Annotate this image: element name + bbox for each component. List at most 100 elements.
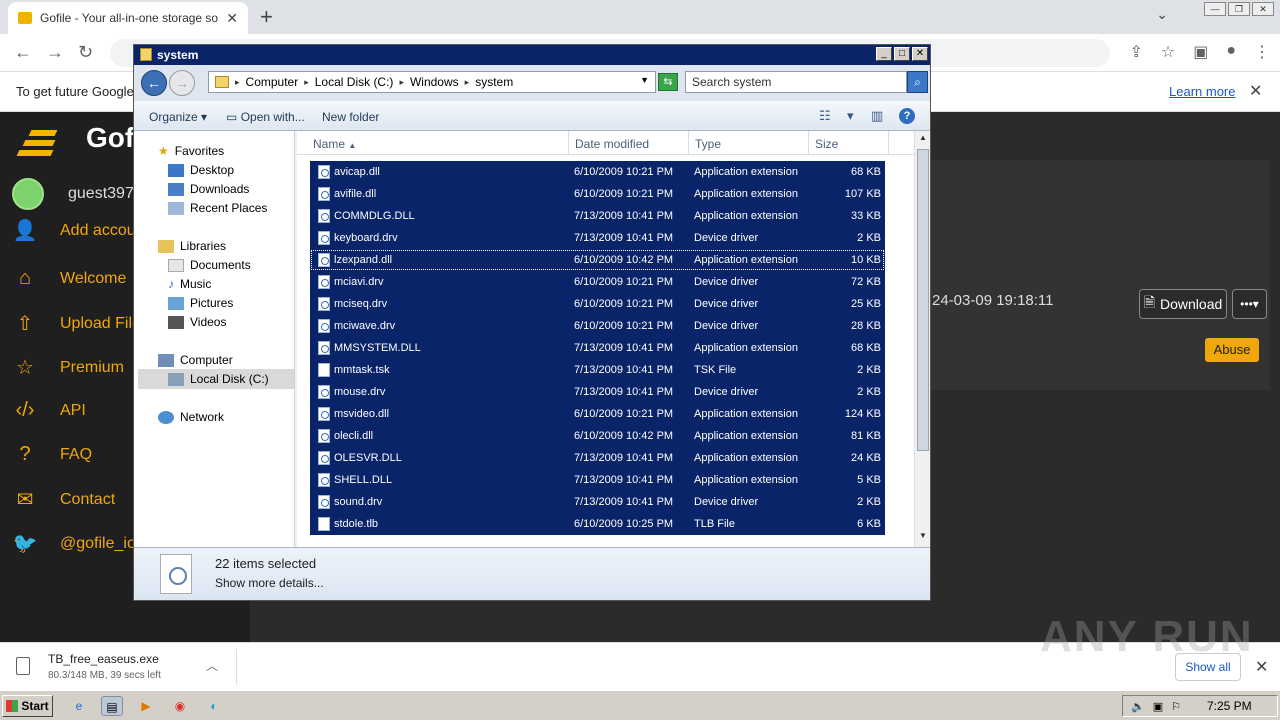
volume-icon[interactable]: 🔈 xyxy=(1131,700,1145,713)
nav-recent-places[interactable]: Recent Places xyxy=(168,201,267,215)
scroll-down-icon[interactable]: ▼ xyxy=(916,531,930,545)
nav-api[interactable]: ‹/› API xyxy=(12,399,86,422)
nav-add-account[interactable]: 👤 Add accou xyxy=(12,218,136,243)
back-button[interactable]: ← xyxy=(141,70,167,96)
explorer-taskbar-icon[interactable]: ▤ xyxy=(101,696,123,716)
download-button[interactable]: 🗎 Download xyxy=(1139,289,1227,319)
edge-icon[interactable]: ◐ xyxy=(203,696,225,716)
file-row[interactable]: keyboard.drv 7/13/2009 10:41 PM Device dri… xyxy=(310,227,885,249)
search-icon[interactable]: ⌕ xyxy=(907,71,928,93)
abuse-button[interactable]: Abuse xyxy=(1205,338,1259,362)
file-row[interactable]: OLESVR.DLL 7/13/2009 10:41 PM Application … xyxy=(310,447,885,469)
file-row[interactable]: COMMDLG.DLL 7/13/2009 10:41 PM Application… xyxy=(310,205,885,227)
crumb-computer[interactable]: Computer xyxy=(246,75,299,89)
restore-button[interactable]: ❐ xyxy=(1228,2,1250,16)
crumb-windows[interactable]: Windows xyxy=(410,75,459,89)
forward-button[interactable]: → xyxy=(169,70,195,96)
column-size[interactable]: Size xyxy=(809,131,889,155)
forward-arrow-icon[interactable]: → xyxy=(46,42,64,63)
nav-favorites[interactable]: ★ Favorites xyxy=(158,144,224,158)
download-filename[interactable]: TB_free_easeus.exe xyxy=(48,652,159,666)
nav-contact[interactable]: ✉ Contact xyxy=(12,487,116,512)
new-tab-button[interactable]: + xyxy=(260,4,273,30)
file-row[interactable]: avifile.dll 6/10/2009 10:21 PM Application… xyxy=(310,183,885,205)
search-input[interactable]: Search system xyxy=(685,71,907,93)
show-more-details-link[interactable]: Show more details... xyxy=(215,576,324,590)
file-row[interactable]: msvideo.dll 6/10/2009 10:21 PM Application… xyxy=(310,403,885,425)
views-icon[interactable]: ☷ xyxy=(819,108,831,124)
nav-desktop[interactable]: Desktop xyxy=(168,163,234,177)
column-name[interactable]: Name ▲ xyxy=(307,131,569,155)
file-row[interactable]: lzexpand.dll 6/10/2009 10:42 PM Applicatio… xyxy=(310,249,885,271)
infobar-close-icon[interactable]: ✕ xyxy=(1249,81,1262,101)
flag-icon[interactable]: ⚐ xyxy=(1171,700,1181,713)
new-folder-button[interactable]: New folder xyxy=(322,110,379,124)
back-arrow-icon[interactable]: ← xyxy=(14,42,32,63)
browser-tab[interactable]: Gofile - Your all-in-one storage soluti … xyxy=(8,2,248,34)
open-with-button[interactable]: ▭ Open with... xyxy=(226,110,305,124)
maximize-button[interactable]: □ xyxy=(894,47,910,61)
file-row[interactable]: mmtask.tsk 7/13/2009 10:41 PM TSK File 2 KB xyxy=(310,359,885,381)
views-dropdown-icon[interactable]: ▾ xyxy=(847,108,854,124)
file-row[interactable]: avicap.dll 6/10/2009 10:21 PM Application … xyxy=(310,161,885,183)
download-bar-close-icon[interactable]: ✕ xyxy=(1255,657,1268,677)
refresh-button[interactable]: ⇆ xyxy=(658,73,678,91)
nav-upload[interactable]: ⇧ Upload File xyxy=(12,311,141,336)
tab-search-chevron-icon[interactable]: ⌄ xyxy=(1156,6,1168,23)
close-tab-icon[interactable]: ✕ xyxy=(226,10,238,27)
media-player-icon[interactable]: ▶ xyxy=(135,696,157,716)
reload-icon[interactable]: ↻ xyxy=(78,42,93,63)
network-tray-icon[interactable]: ▣ xyxy=(1153,700,1163,713)
share-icon[interactable]: ⇪ xyxy=(1129,42,1142,62)
crumb-local-disk[interactable]: Local Disk (C:) xyxy=(315,75,394,89)
nav-music[interactable]: ♪ Music xyxy=(168,277,211,291)
minimize-button[interactable]: _ xyxy=(876,47,892,61)
scrollbar-thumb[interactable] xyxy=(917,149,929,451)
more-options-button[interactable]: •••▾ xyxy=(1232,289,1267,319)
profile-icon[interactable]: ● xyxy=(1226,42,1236,62)
learn-more-link[interactable]: Learn more xyxy=(1169,84,1235,99)
address-dropdown-icon[interactable]: ▼ xyxy=(640,75,649,85)
chrome-icon[interactable]: ◉ xyxy=(169,696,191,716)
explorer-titlebar[interactable]: system _ □ ✕ xyxy=(134,45,930,65)
bookmark-star-icon[interactable]: ☆ xyxy=(1161,42,1175,62)
file-row[interactable]: olecli.dll 6/10/2009 10:42 PM Application … xyxy=(310,425,885,447)
nav-faq[interactable]: ? FAQ xyxy=(12,443,92,466)
ie-icon[interactable]: e xyxy=(68,696,90,716)
file-row[interactable]: mouse.drv 7/13/2009 10:41 PM Device driver… xyxy=(310,381,885,403)
menu-dots-icon[interactable]: ⋮ xyxy=(1254,42,1270,62)
close-window-button[interactable]: ✕ xyxy=(1252,2,1274,16)
minimize-button[interactable]: — xyxy=(1204,2,1226,16)
file-row[interactable]: mciwave.drv 6/10/2009 10:21 PM Device driv… xyxy=(310,315,885,337)
organize-button[interactable]: Organize ▾ xyxy=(149,110,207,124)
file-row[interactable]: stdole.tlb 6/10/2009 10:25 PM TLB File 6 KB xyxy=(310,513,885,535)
file-row[interactable]: SHELL.DLL 7/13/2009 10:41 PM Application e… xyxy=(310,469,885,491)
preview-pane-icon[interactable]: ▥ xyxy=(871,108,883,124)
vertical-scrollbar[interactable]: ▲ ▼ xyxy=(914,131,930,547)
nav-network[interactable]: Network xyxy=(158,410,224,424)
nav-twitter[interactable]: 🐦 @gofile_io xyxy=(12,531,136,556)
nav-local-disk[interactable]: Local Disk (C:) xyxy=(168,372,269,386)
chevron-up-icon[interactable]: ︿ xyxy=(206,657,218,674)
start-button[interactable]: Start xyxy=(2,695,53,717)
nav-welcome[interactable]: ⌂ Welcome xyxy=(12,267,126,290)
clock[interactable]: 7:25 PM xyxy=(1207,699,1252,713)
nav-libraries[interactable]: Libraries xyxy=(158,239,226,253)
file-row[interactable]: mciavi.drv 6/10/2009 10:21 PM Device drive… xyxy=(310,271,885,293)
nav-downloads[interactable]: Downloads xyxy=(168,182,249,196)
close-button[interactable]: ✕ xyxy=(912,47,928,61)
side-panel-icon[interactable]: ▣ xyxy=(1193,42,1208,62)
file-row[interactable]: mciseq.drv 6/10/2009 10:21 PM Device drive… xyxy=(310,293,885,315)
file-row[interactable]: sound.drv 7/13/2009 10:41 PM Device driver… xyxy=(310,491,885,513)
nav-videos[interactable]: Videos xyxy=(168,315,226,329)
user-profile[interactable]: guest397 xyxy=(12,178,134,210)
scroll-up-icon[interactable]: ▲ xyxy=(916,133,930,147)
nav-computer[interactable]: Computer xyxy=(158,353,233,367)
file-row[interactable]: MMSYSTEM.DLL 7/13/2009 10:41 PM Applicatio… xyxy=(310,337,885,359)
help-icon[interactable]: ? xyxy=(899,108,915,124)
nav-documents[interactable]: Documents xyxy=(168,258,251,272)
breadcrumb[interactable]: ▸ Computer ▸ Local Disk (C:) ▸ Windows ▸… xyxy=(208,71,656,93)
crumb-system[interactable]: system xyxy=(475,75,513,89)
nav-premium[interactable]: ☆ Premium xyxy=(12,355,124,380)
nav-pictures[interactable]: Pictures xyxy=(168,296,233,310)
